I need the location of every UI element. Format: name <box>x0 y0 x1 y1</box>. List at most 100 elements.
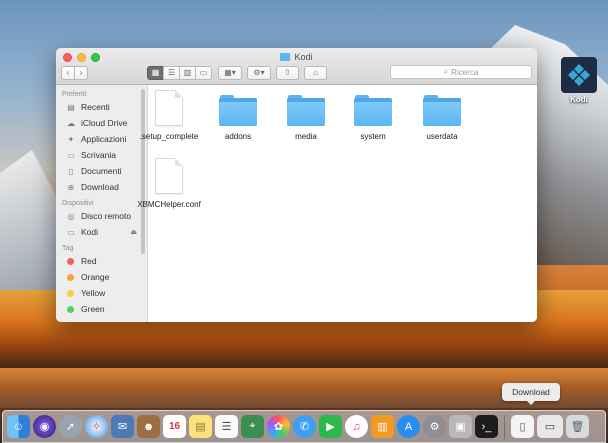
terminal-icon[interactable]: ›_ <box>475 415 498 438</box>
file-name: addons <box>224 132 252 141</box>
tags-button[interactable]: ⌂ <box>304 65 327 80</box>
messages-icon[interactable]: ✆ <box>293 415 316 438</box>
dock: ☺ ◉ ➚ ✧ ✉ ☻ 16 ▤ ☰ ⌖ ✿ ✆ ▶ ♫ ▥ A ⚙ ▣ ›_ … <box>2 410 606 443</box>
mail-icon[interactable]: ✉ <box>111 415 134 438</box>
window-minimized-icon[interactable]: ▭ <box>537 415 563 438</box>
sidebar-item-label: Orange <box>81 272 110 282</box>
sidebar-item-label: Red <box>81 256 97 266</box>
grid-icon: ▦ <box>151 68 160 77</box>
gallery-view-button[interactable]: ▭ <box>195 65 212 80</box>
file-name: XBMCHelper.conf <box>137 200 201 209</box>
window-title-text: Kodi <box>294 52 313 62</box>
calendar-icon[interactable]: 16 <box>163 415 186 438</box>
share-button[interactable]: ⇧ <box>276 65 299 80</box>
columns-icon: ▥ <box>183 68 192 77</box>
disc-icon: ◎ <box>67 211 75 221</box>
folder-icon <box>219 95 257 126</box>
recents-icon: ▤ <box>67 102 75 112</box>
tag-dot-icon <box>67 289 74 297</box>
file-name: system <box>360 132 386 141</box>
sidebar-heading-tags: Tag <box>62 245 74 252</box>
folder-item[interactable]: media <box>271 90 341 141</box>
system-preferences-icon[interactable]: ⚙ <box>423 415 446 438</box>
file-name: userdata <box>426 132 458 141</box>
action-button[interactable]: ⚙▾ <box>247 65 271 80</box>
sidebar-tag-yellow[interactable]: Yellow <box>56 285 147 301</box>
folder-icon <box>280 53 291 61</box>
titlebar: Kodi ‹ › ▦ ☰ ▥ ▭ ▦▾ ⚙▾ ⇧ ⌂ ⌕ Ricerca <box>56 48 537 85</box>
reminders-icon[interactable]: ☰ <box>215 415 238 438</box>
folder-item[interactable]: addons <box>203 90 273 141</box>
applications-icon: ✦ <box>67 134 75 144</box>
tag-dot-icon <box>67 305 74 313</box>
tag-icon: ⌂ <box>313 68 318 77</box>
sidebar-item-kodi[interactable]: ▭ Kodi ⏏ <box>56 224 147 240</box>
back-button[interactable]: ‹ <box>61 65 75 80</box>
toolbar: ‹ › ▦ ☰ ▥ ▭ ▦▾ ⚙▾ ⇧ ⌂ ⌕ Ricerca <box>61 65 532 80</box>
chevron-left-icon: ‹ <box>66 68 70 77</box>
sidebar-item-label: Green <box>81 304 105 314</box>
sidebar-item-label: Kodi <box>81 227 99 237</box>
chevron-right-icon: › <box>79 68 83 77</box>
folder-icon <box>354 95 392 126</box>
file-item[interactable]: XBMCHelper.conf <box>134 158 204 209</box>
icon-view-button[interactable]: ▦ <box>147 65 164 80</box>
kodi-logo-icon <box>561 57 597 93</box>
column-view-button[interactable]: ▥ <box>179 65 196 80</box>
sidebar-tag-orange[interactable]: Orange <box>56 269 147 285</box>
sidebar-item-label: Documenti <box>81 166 122 176</box>
trash-icon[interactable]: 🗑 <box>566 415 589 438</box>
file-item[interactable]: .setup_complete <box>134 90 204 141</box>
view-mode-segment: ▦ ☰ ▥ ▭ <box>147 65 212 80</box>
file-name: .setup_complete <box>139 132 199 141</box>
search-placeholder: Ricerca <box>451 67 479 77</box>
arrange-button[interactable]: ▦▾ <box>218 65 242 80</box>
app-store-icon[interactable]: A <box>397 415 420 438</box>
file-name: media <box>295 132 317 141</box>
itunes-icon[interactable]: ♫ <box>345 415 368 438</box>
eject-icon[interactable]: ⏏ <box>130 228 137 236</box>
desktop-icon-label: Kodi <box>570 95 588 104</box>
document-icon <box>155 90 183 126</box>
ibooks-icon[interactable]: ▥ <box>371 415 394 438</box>
sidebar-item-label: Recenti <box>81 102 110 112</box>
sidebar-item-label: Disco remoto <box>81 211 132 221</box>
sidebar-item-label: iCloud Drive <box>81 118 128 128</box>
folder-item[interactable]: system <box>338 90 408 141</box>
forward-button[interactable]: › <box>74 65 88 80</box>
folder-icon <box>287 95 325 126</box>
list-icon: ☰ <box>167 68 176 77</box>
list-view-button[interactable]: ☰ <box>163 65 180 80</box>
contacts-icon[interactable]: ☻ <box>137 415 160 438</box>
window-title: Kodi <box>56 52 537 62</box>
safari-icon[interactable]: ✧ <box>85 415 108 438</box>
drive-icon: ▭ <box>67 227 75 237</box>
downloads-stack-icon[interactable]: ▯ <box>511 415 534 438</box>
maps-icon[interactable]: ⌖ <box>241 415 264 438</box>
sidebar-item-remote-disc[interactable]: ◎ Disco remoto <box>56 208 147 224</box>
folder-item[interactable]: userdata <box>407 90 477 141</box>
gear-icon: ⚙▾ <box>253 68 265 77</box>
siri-icon[interactable]: ◉ <box>33 415 56 438</box>
desktop-icon-kodi[interactable]: Kodi <box>558 57 600 104</box>
facetime-icon[interactable]: ▶ <box>319 415 342 438</box>
finder-icon[interactable]: ☺ <box>7 415 30 438</box>
installer-icon[interactable]: ▣ <box>449 415 472 438</box>
dock-separator <box>504 414 505 439</box>
gallery-icon: ▭ <box>199 68 208 77</box>
nav-buttons: ‹ › <box>61 65 88 80</box>
launchpad-icon[interactable]: ➚ <box>59 415 82 438</box>
notes-icon[interactable]: ▤ <box>189 415 212 438</box>
search-icon: ⌕ <box>443 67 449 76</box>
documents-icon: ▯ <box>68 166 74 176</box>
sidebar-item-label: Download <box>81 182 119 192</box>
search-field[interactable]: ⌕ Ricerca <box>390 65 532 79</box>
photos-icon[interactable]: ✿ <box>267 415 290 438</box>
sidebar-item-label: Yellow <box>81 288 106 298</box>
sidebar-item-label: Scrivania <box>81 150 116 160</box>
sidebar-tag-red[interactable]: Red <box>56 253 147 269</box>
sidebar-tag-green[interactable]: Green <box>56 301 147 317</box>
window-body: Preferiti ▤ Recenti ☁ iCloud Drive ✦ App… <box>56 85 537 322</box>
share-icon: ⇧ <box>284 68 291 77</box>
calendar-day: 16 <box>168 421 181 432</box>
